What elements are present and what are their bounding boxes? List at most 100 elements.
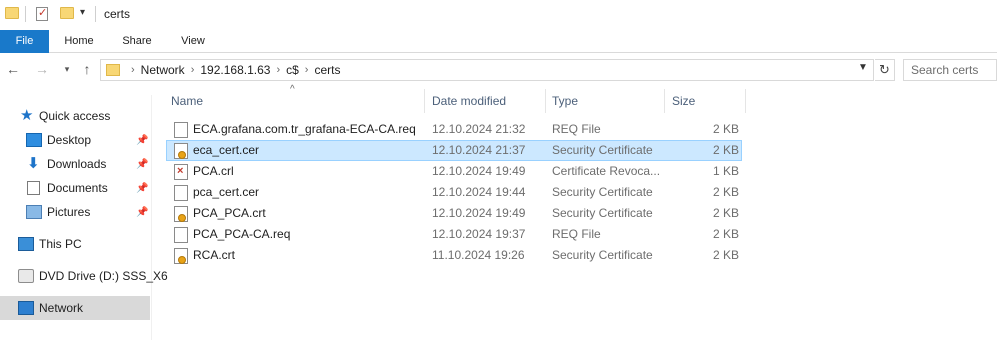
certificate-file-icon — [174, 248, 188, 264]
file-date: 12.10.2024 19:44 — [432, 185, 526, 199]
file-row[interactable]: RCA.crt 11.10.2024 19:26 Security Certif… — [166, 245, 742, 266]
file-type: Security Certificate — [552, 143, 653, 157]
pin-icon[interactable]: 📌 — [136, 207, 148, 218]
document-file-icon — [174, 227, 188, 243]
file-size: 1 KB — [712, 164, 739, 178]
divider — [95, 6, 96, 22]
crumb-network[interactable]: Network — [141, 63, 185, 77]
folder-icon — [5, 7, 19, 19]
file-date: 12.10.2024 21:32 — [432, 122, 526, 136]
file-size: 2 KB — [712, 185, 739, 199]
crumb-host[interactable]: 192.168.1.63 — [200, 63, 270, 77]
certificate-file-icon — [174, 143, 188, 159]
tab-share[interactable]: Share — [113, 30, 161, 53]
sidebar-item-label: Pictures — [47, 205, 91, 219]
crumb-certs[interactable]: certs — [314, 63, 340, 77]
file-size: 2 KB — [712, 227, 739, 241]
tab-file[interactable]: File — [0, 30, 49, 53]
certificate-file-icon — [174, 206, 188, 222]
file-name: RCA.crt — [193, 248, 235, 262]
column-header-date[interactable]: Date modified — [426, 89, 546, 113]
sidebar-item-this-pc[interactable]: This PC — [0, 232, 150, 256]
column-header-size[interactable]: Size — [666, 89, 746, 113]
customize-toolbar-icon[interactable]: ▾ — [80, 7, 85, 18]
sidebar-item-downloads[interactable]: ⬇ Downloads 📌 — [0, 152, 150, 176]
sidebar-item-desktop[interactable]: Desktop 📌 — [0, 128, 150, 152]
star-icon: ★ — [20, 107, 34, 124]
certificate-file-icon — [174, 185, 188, 201]
column-header-name[interactable]: Name — [165, 89, 425, 113]
sidebar-item-label: Quick access — [39, 109, 111, 123]
chevron-down-icon[interactable]: ▼ — [858, 62, 868, 73]
sidebar-item-label: Desktop — [47, 133, 92, 147]
crumb-share[interactable]: c$ — [286, 63, 299, 77]
document-file-icon — [174, 122, 188, 138]
breadcrumb: › Network › 192.168.1.63 › c$ › certs — [125, 60, 340, 80]
chevron-right-icon[interactable]: › — [191, 64, 195, 76]
sidebar-item-label: DVD Drive (D:) SSS_X6 — [39, 269, 168, 283]
chevron-right-icon[interactable]: › — [305, 64, 309, 76]
tab-home[interactable]: Home — [55, 30, 103, 53]
address-bar[interactable]: › Network › 192.168.1.63 › c$ › certs ▼ — [100, 59, 874, 81]
dvd-drive-icon — [18, 269, 34, 283]
refresh-button[interactable]: ↻ — [875, 59, 895, 81]
sidebar-item-documents[interactable]: Documents 📌 — [0, 176, 150, 200]
chevron-right-icon: › — [131, 64, 135, 76]
file-type: Certificate Revoca... — [552, 164, 661, 178]
file-name: PCA_PCA-CA.req — [193, 227, 291, 241]
file-size: 2 KB — [712, 122, 739, 136]
computer-icon — [18, 237, 34, 251]
file-date: 11.10.2024 19:26 — [432, 248, 525, 262]
pin-icon[interactable]: 📌 — [136, 183, 148, 194]
file-name: pca_cert.cer — [193, 185, 260, 199]
download-arrow-icon: ⬇ — [27, 155, 40, 172]
column-header-type[interactable]: Type — [546, 89, 665, 113]
file-name: PCA.crl — [193, 164, 234, 178]
sidebar-item-label: Documents — [47, 181, 108, 195]
divider — [25, 6, 26, 22]
pin-icon[interactable]: 📌 — [136, 135, 148, 146]
file-type: REQ File — [552, 122, 601, 136]
recent-locations-button[interactable]: ▾ — [58, 60, 76, 78]
back-button[interactable]: ← — [4, 60, 22, 78]
file-date: 12.10.2024 21:37 — [432, 143, 526, 157]
pin-icon[interactable]: 📌 — [136, 159, 148, 170]
file-row[interactable]: pca_cert.cer 12.10.2024 19:44 Security C… — [166, 182, 742, 203]
pictures-icon — [26, 205, 42, 219]
file-row[interactable]: PCA_PCA-CA.req 12.10.2024 19:37 REQ File… — [166, 224, 742, 245]
file-date: 12.10.2024 19:49 — [432, 206, 526, 220]
file-size: 2 KB — [712, 143, 739, 157]
sidebar-item-network[interactable]: Network — [0, 296, 150, 320]
file-type: Security Certificate — [552, 206, 653, 220]
new-folder-icon[interactable] — [60, 7, 74, 19]
chevron-right-icon[interactable]: › — [276, 64, 280, 76]
file-type: Security Certificate — [552, 185, 653, 199]
up-button[interactable]: ↑ — [78, 60, 96, 78]
documents-icon — [27, 181, 40, 195]
sidebar-item-pictures[interactable]: Pictures 📌 — [0, 200, 150, 224]
file-row[interactable]: eca_cert.cer 12.10.2024 21:37 Security C… — [166, 140, 742, 161]
sidebar-item-label: Network — [39, 301, 84, 315]
revocation-list-icon — [174, 164, 188, 180]
folder-icon — [106, 64, 120, 76]
sidebar-item-quick-access[interactable]: ★ Quick access — [0, 104, 150, 128]
sidebar-item-dvd-drive[interactable]: DVD Drive (D:) SSS_X6 — [0, 264, 168, 288]
file-name: eca_cert.cer — [193, 143, 260, 157]
sidebar-item-label: Downloads — [47, 157, 107, 171]
file-row[interactable]: ECA.grafana.com.tr_grafana-ECA-CA.req 12… — [166, 119, 742, 140]
file-date: 12.10.2024 19:37 — [432, 227, 526, 241]
title-bar: ▾ certs — [0, 0, 997, 30]
desktop-icon — [26, 133, 42, 147]
properties-icon[interactable] — [36, 6, 48, 21]
ribbon: File Home Share View — [0, 30, 997, 53]
window-title: certs — [104, 7, 131, 21]
tab-view[interactable]: View — [170, 30, 216, 53]
file-size: 2 KB — [712, 248, 739, 262]
file-name: PCA_PCA.crt — [193, 206, 266, 220]
file-type: REQ File — [552, 227, 601, 241]
forward-button[interactable]: → — [33, 60, 51, 78]
file-row[interactable]: PCA_PCA.crt 12.10.2024 19:49 Security Ce… — [166, 203, 742, 224]
sidebar-item-label: This PC — [39, 237, 82, 251]
search-input[interactable]: Search certs — [903, 59, 997, 81]
file-row[interactable]: PCA.crl 12.10.2024 19:49 Certificate Rev… — [166, 161, 742, 182]
